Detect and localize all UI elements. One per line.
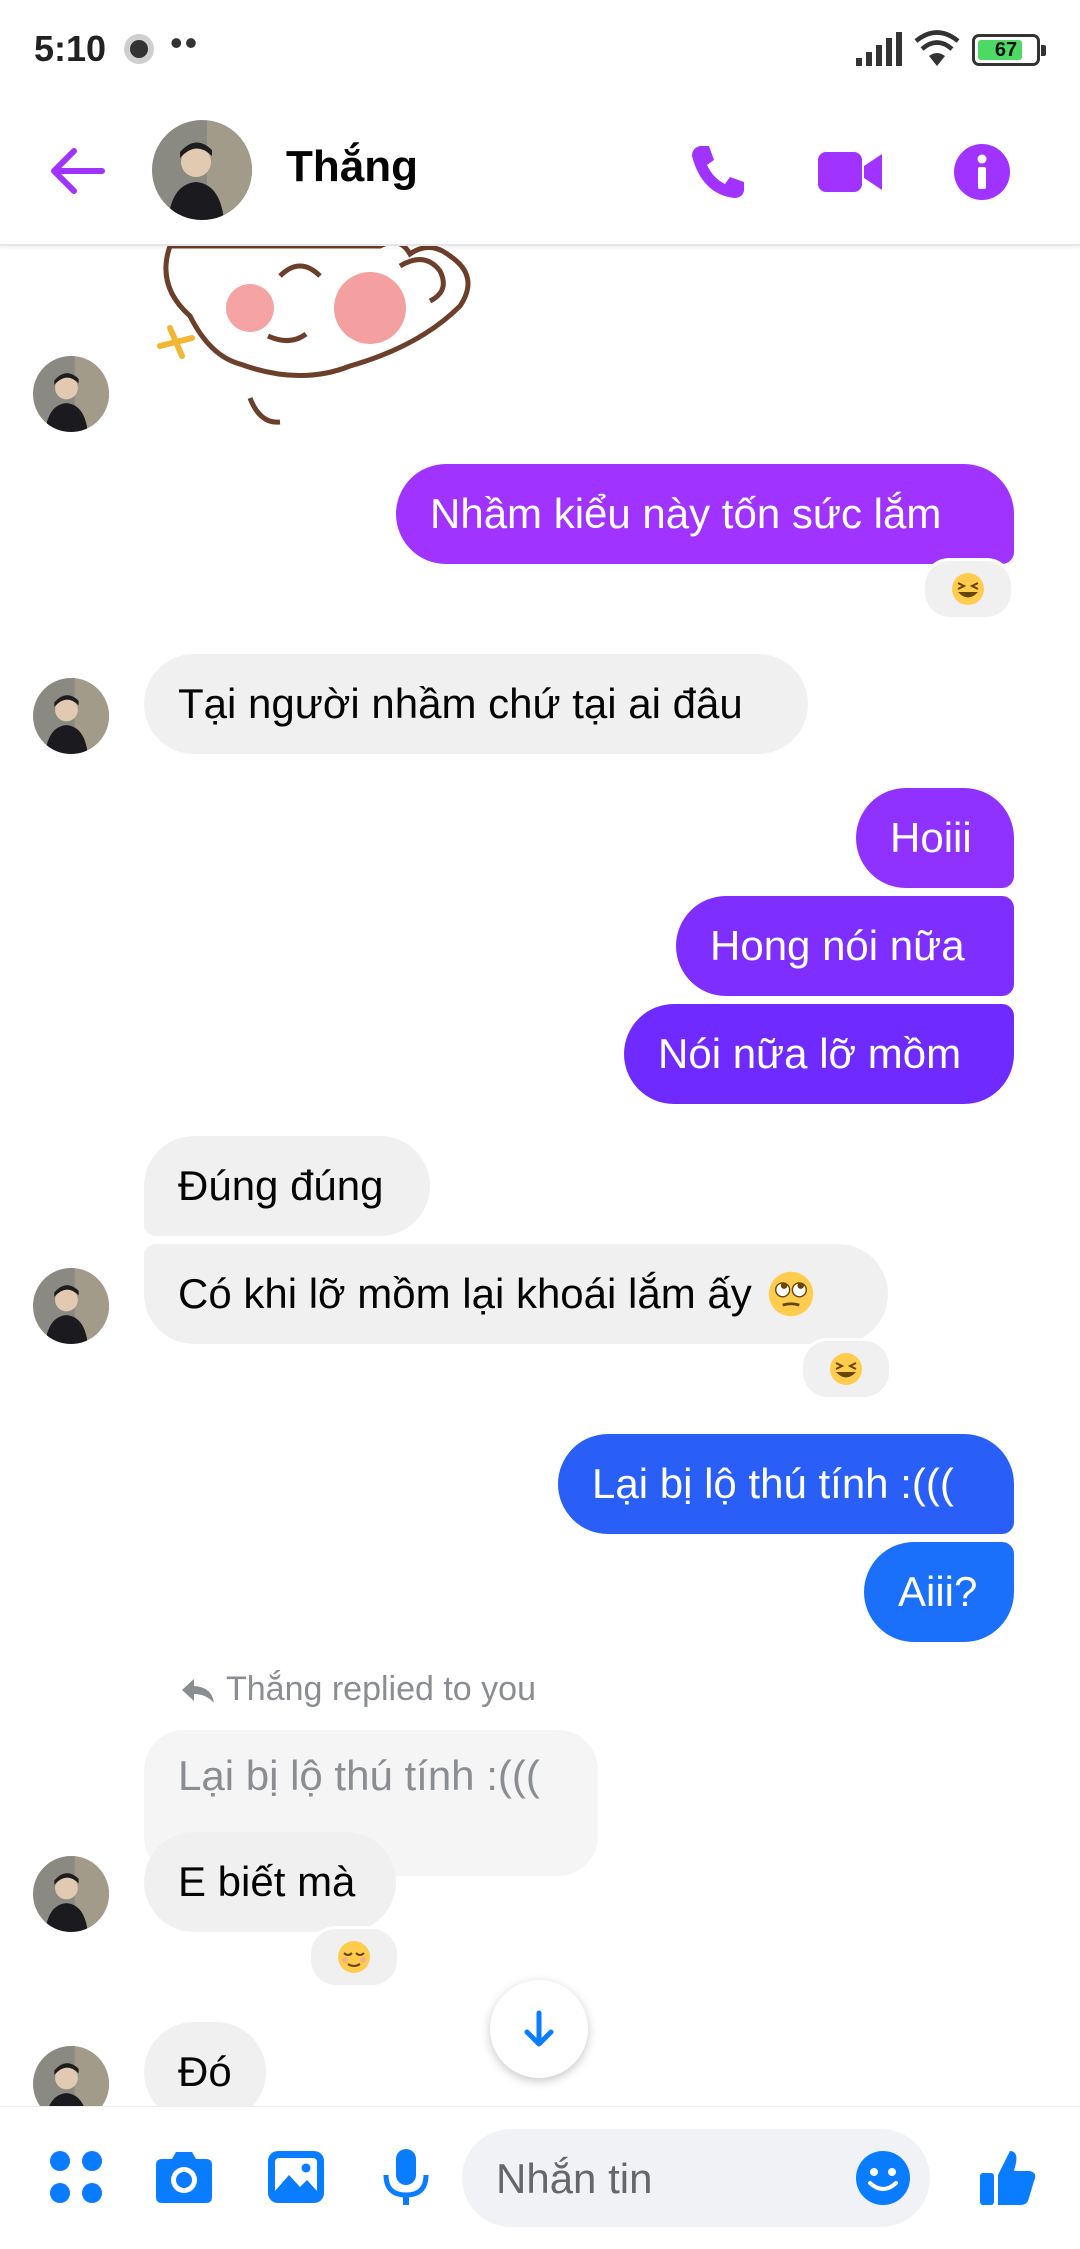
arrow-down-icon [524, 2010, 554, 2047]
scroll-to-bottom-button[interactable] [490, 1980, 588, 2078]
message-bubble-outgoing[interactable]: Nói nữa lỡ mồm [624, 1004, 1014, 1104]
phone-call-icon[interactable] [680, 134, 756, 210]
contact-avatar-small[interactable] [33, 1268, 109, 1344]
battery-icon: 67 [972, 34, 1046, 66]
message-input-container[interactable] [462, 2129, 930, 2229]
message-reaction[interactable] [922, 558, 1014, 620]
notification-icon [124, 34, 154, 64]
reply-indicator: Thắng replied to you [180, 1670, 536, 1709]
signal-icon [856, 32, 902, 66]
camera-icon[interactable] [152, 2145, 216, 2209]
wifi-icon [914, 30, 960, 66]
message-reaction[interactable] [800, 1338, 892, 1400]
contact-name[interactable]: Thắng [286, 142, 418, 192]
contact-avatar-small[interactable] [33, 2046, 109, 2106]
like-thumb-icon[interactable] [976, 2145, 1040, 2209]
chat-header: Thắng [0, 100, 1080, 246]
status-time: 5:10 [34, 28, 107, 69]
message-bubble-incoming[interactable]: Tại người nhầm chứ tại ai đâu [144, 654, 808, 754]
message-bubble-incoming[interactable]: Có khi lỡ mồm lại khoái lắm ấy [144, 1244, 888, 1344]
message-bubble-incoming[interactable]: Đúng đúng [144, 1136, 430, 1236]
menu-grid-icon[interactable] [44, 2145, 108, 2209]
info-icon[interactable] [944, 134, 1020, 210]
message-bubble-outgoing[interactable]: Nhầm kiểu này tốn sức lắm [396, 464, 1014, 564]
relieved-emoji-icon [338, 1941, 370, 1973]
contact-avatar[interactable] [152, 120, 252, 220]
laughing-emoji-icon [830, 1353, 862, 1385]
message-text: Có khi lỡ mồm lại khoái lắm ấy [178, 1270, 752, 1317]
battery-level: 67 [994, 39, 1018, 61]
contact-avatar-small[interactable] [33, 1856, 109, 1932]
status-more-dots: •• [170, 22, 200, 63]
video-call-icon[interactable] [812, 134, 888, 210]
message-bubble-outgoing[interactable]: Hoiii [856, 788, 1014, 888]
microphone-icon[interactable] [374, 2145, 438, 2209]
reply-note-text: Thắng replied to you [226, 1670, 536, 1708]
message-bubble-outgoing[interactable]: Aiii? [864, 1542, 1014, 1642]
message-bubble-outgoing[interactable]: Lại bị lộ thú tính :((( [558, 1434, 1014, 1534]
back-arrow-icon[interactable] [44, 138, 110, 204]
message-list[interactable]: Nhầm kiểu này tốn sức lắm Tại người nhầm… [0, 246, 1080, 2106]
message-reaction[interactable] [308, 1926, 400, 1988]
status-bar: 5:10 •• 67 [0, 0, 1080, 100]
message-bubble-incoming[interactable]: Đó [144, 2022, 266, 2106]
gallery-icon[interactable] [264, 2145, 328, 2209]
laughing-emoji-icon [952, 573, 984, 605]
message-bubble-outgoing[interactable]: Hong nói nữa [676, 896, 1014, 996]
message-composer [0, 2106, 1080, 2249]
bear-sticker[interactable] [150, 246, 472, 436]
message-input[interactable] [494, 2129, 838, 2229]
emoji-icon[interactable] [852, 2147, 914, 2209]
eye-roll-emoji-icon [768, 1271, 813, 1317]
reply-arrow-icon [182, 1678, 214, 1703]
message-bubble-incoming[interactable]: E biết mà [144, 1832, 396, 1932]
contact-avatar-small[interactable] [33, 678, 109, 754]
contact-avatar-small[interactable] [33, 356, 109, 432]
